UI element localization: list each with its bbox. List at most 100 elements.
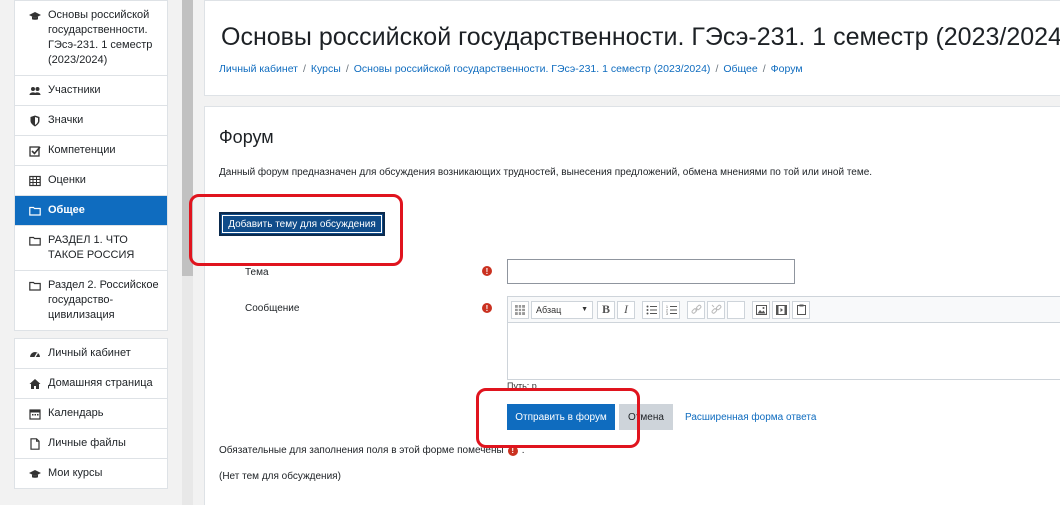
sidebar-item-label: Раздел 2. Российское государство-цивилиз… xyxy=(48,279,159,321)
editor-content-area[interactable] xyxy=(508,323,1060,377)
paragraph-style-select[interactable]: Абзац ▼ xyxy=(531,300,593,319)
svg-text:3: 3 xyxy=(666,312,668,315)
emoji-button[interactable] xyxy=(727,300,745,319)
sidebar-item-files[interactable]: Личные файлы xyxy=(15,429,167,459)
post-to-forum-button[interactable]: Отправить в форум xyxy=(507,404,615,430)
forum-content: Форум Данный форум предназначен для обсу… xyxy=(204,106,1060,505)
page-title: Основы российской государственности. ГЭс… xyxy=(221,23,1060,51)
image-button[interactable] xyxy=(752,300,770,319)
shield-icon xyxy=(29,115,41,127)
sidebar-item-label: Основы российской государственности. ГЭс… xyxy=(48,9,153,66)
graduation-cap-icon xyxy=(29,468,41,480)
sidebar-item-my-courses[interactable]: Мои курсы xyxy=(15,459,167,488)
scrollbar-thumb[interactable] xyxy=(182,0,193,276)
sidebar-item-section-2[interactable]: Раздел 2. Российское государство-цивилиз… xyxy=(15,271,167,330)
sidebar-item-label: РАЗДЕЛ 1. ЧТО ТАКОЕ РОССИЯ xyxy=(48,234,135,261)
sidebar-item-label: Мои курсы xyxy=(48,467,103,479)
sidebar-item-dashboard[interactable]: Личный кабинет xyxy=(15,339,167,369)
sidebar-item-label: Участники xyxy=(48,84,101,96)
subject-label: Тема xyxy=(245,267,269,278)
graduation-cap-icon xyxy=(29,10,41,22)
chevron-down-icon: ▼ xyxy=(581,306,588,313)
breadcrumb-dashboard[interactable]: Личный кабинет xyxy=(219,63,298,75)
sidebar-item-participants[interactable]: Участники xyxy=(15,76,167,106)
unlink-button[interactable] xyxy=(707,300,725,319)
required-icon: ! xyxy=(507,445,518,456)
message-label: Сообщение xyxy=(245,303,300,314)
required-icon: ! xyxy=(482,266,492,276)
sidebar-item-badges[interactable]: Значки xyxy=(15,106,167,136)
image-icon xyxy=(755,304,767,315)
unlink-icon xyxy=(711,304,721,314)
folder-icon xyxy=(29,205,41,217)
file-icon xyxy=(29,438,41,450)
calendar-icon xyxy=(29,408,41,420)
breadcrumb-forum[interactable]: Форум xyxy=(771,63,803,75)
sidebar-item-general[interactable]: Общее xyxy=(15,196,167,226)
breadcrumb: Личный кабинет / Курсы / Основы российской г… xyxy=(219,63,803,75)
required-note-text: Обязательные для заполнения поля в этой … xyxy=(219,445,504,456)
page-header: Основы российской государственности. ГЭс… xyxy=(204,0,1060,96)
table-icon xyxy=(29,175,41,187)
required-fields-note: Обязательные для заполнения поля в этой … xyxy=(219,445,524,456)
bold-button[interactable]: B xyxy=(597,300,615,319)
sidebar-item-calendar[interactable]: Календарь xyxy=(15,399,167,429)
sidebar-item-label: Личный кабинет xyxy=(48,347,131,359)
sidebar-item-competencies[interactable]: Компетенции xyxy=(15,136,167,166)
message-editor[interactable]: Абзац ▼ B I 123 xyxy=(507,296,1060,380)
no-topics-message: (Нет тем для обсуждения) xyxy=(219,471,341,482)
sidebar-item-label: Оценки xyxy=(48,174,86,186)
sidebar-item-label: Личные файлы xyxy=(48,437,126,449)
sidebar-item-label: Значки xyxy=(48,114,84,126)
italic-button[interactable]: I xyxy=(617,300,635,319)
sidebar-item-course[interactable]: Основы российской государственности. ГЭс… xyxy=(15,1,167,76)
breadcrumb-courses[interactable]: Курсы xyxy=(311,63,341,75)
course-nav-group: Основы российской государственности. ГЭс… xyxy=(14,0,168,331)
add-discussion-topic-button[interactable]: Добавить тему для обсуждения xyxy=(219,212,385,236)
users-icon xyxy=(29,85,41,97)
breadcrumb-separator: / xyxy=(345,63,349,75)
sidebar-scrollbar[interactable] xyxy=(182,0,193,505)
forum-heading: Форум xyxy=(219,127,274,147)
breadcrumb-section[interactable]: Общее xyxy=(723,63,757,75)
paragraph-style-value: Абзац xyxy=(536,304,562,315)
grid-icon xyxy=(515,304,525,315)
breadcrumb-separator: / xyxy=(762,63,766,75)
media-icon xyxy=(775,304,787,315)
media-button[interactable] xyxy=(772,300,790,319)
breadcrumb-course[interactable]: Основы российской государственности. ГЭс… xyxy=(354,63,711,75)
italic-icon: I xyxy=(624,302,628,316)
sidebar-item-label: Домашняя страница xyxy=(48,377,153,389)
link-button[interactable] xyxy=(687,300,705,319)
dashboard-icon xyxy=(29,348,41,360)
manage-files-button[interactable] xyxy=(792,300,810,319)
unordered-list-button[interactable] xyxy=(642,300,660,319)
breadcrumb-separator: / xyxy=(715,63,719,75)
site-nav-group: Личный кабинет Домашняя страница Календа… xyxy=(14,338,168,489)
subject-input[interactable] xyxy=(507,259,795,284)
sidebar-item-label: Компетенции xyxy=(48,144,116,156)
sidebar-item-section-1[interactable]: РАЗДЕЛ 1. ЧТО ТАКОЕ РОССИЯ xyxy=(15,226,167,271)
advanced-reply-link[interactable]: Расширенная форма ответа xyxy=(685,412,816,423)
home-icon xyxy=(29,378,41,390)
folder-icon xyxy=(29,235,41,247)
cancel-button[interactable]: Отмена xyxy=(619,404,673,430)
bold-icon: B xyxy=(601,302,610,316)
forum-description: Данный форум предназначен для обсуждения… xyxy=(219,167,873,178)
sidebar-item-home[interactable]: Домашняя страница xyxy=(15,369,167,399)
course-index-sidebar: Основы российской государственности. ГЭс… xyxy=(14,0,168,505)
clipboard-icon xyxy=(796,304,806,315)
sidebar-item-grades[interactable]: Оценки xyxy=(15,166,167,196)
link-icon xyxy=(691,304,701,314)
editor-toolbar: Абзац ▼ B I 123 xyxy=(508,297,1060,323)
numbered-list-icon: 123 xyxy=(666,305,677,315)
ordered-list-button[interactable]: 123 xyxy=(662,300,680,319)
editor-element-path: Путь: p xyxy=(507,381,537,391)
checkbox-icon xyxy=(29,145,41,157)
sidebar-item-label: Общее xyxy=(48,204,85,216)
bullet-list-icon xyxy=(646,305,657,314)
required-icon: ! xyxy=(482,303,492,313)
toolbar-toggle-button[interactable] xyxy=(511,300,529,319)
sidebar-item-label: Календарь xyxy=(48,407,104,419)
required-note-end: . xyxy=(521,445,525,456)
